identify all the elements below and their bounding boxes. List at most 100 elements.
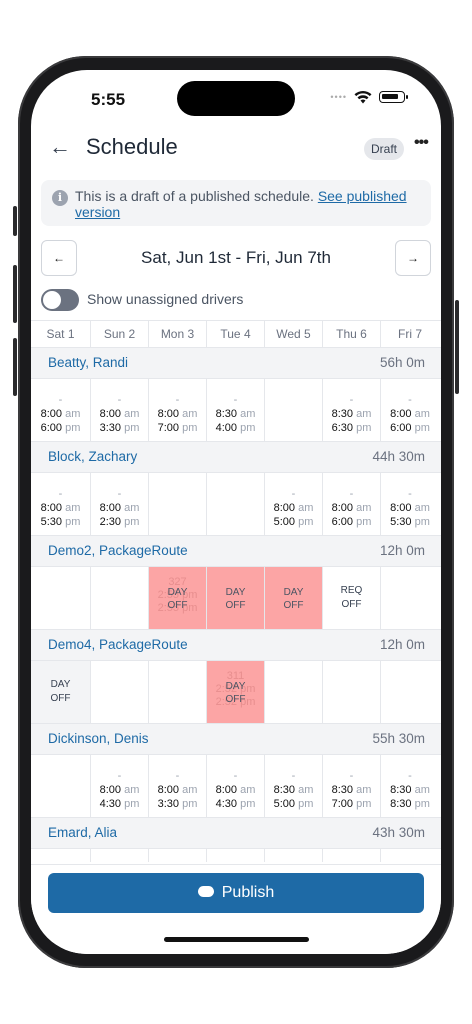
shift-end: 6:00 pm: [390, 422, 430, 434]
empty-cell[interactable]: [31, 849, 91, 862]
draft-notice: i This is a draft of a published schedul…: [41, 180, 431, 226]
shift-cell[interactable]: - 8:00 am 4:30 pm: [207, 755, 265, 817]
shift-dash: -: [58, 488, 63, 500]
shift-start: 8:30 am: [390, 784, 430, 796]
shift-row: DAY OFF 311 2:52 pm 2:52 pm DAY OFF: [31, 661, 441, 724]
shift-cell[interactable]: - 8:00 am 2:30 pm: [91, 473, 149, 535]
driver-name[interactable]: Beatty, Randi: [48, 355, 128, 370]
shift-row: [31, 849, 441, 862]
shift-cell[interactable]: - 8:30 am 4:00 pm: [207, 379, 265, 441]
publish-button[interactable]: Publish: [48, 873, 424, 913]
shift-start: 8:00 am: [99, 784, 140, 796]
shift-row: - 8:00 am 6:00 pm - 8:00 am 3:30 pm - 8:00 am…: [31, 379, 441, 442]
shift-cell[interactable]: - 8:30 am 8:30 pm: [381, 755, 439, 817]
shift-start: 8:00 am: [390, 408, 430, 420]
shift-dash: -: [349, 488, 354, 500]
day-off-line: DAY: [225, 681, 246, 692]
week-range-label: Sat, Jun 1st - Fri, Jun 7th: [141, 248, 331, 267]
shift-start: 8:00 am: [273, 502, 314, 514]
shift-row: 327 2:55 pm 2:55 pm DAY OFF DAY OFF DAY: [31, 567, 441, 630]
empty-cell[interactable]: [323, 849, 381, 862]
day-off-label: DAY OFF: [149, 586, 206, 612]
day-off-cell[interactable]: 311 2:52 pm 2:52 pm DAY OFF: [207, 661, 265, 723]
bottom-bar: Publish: [31, 864, 441, 954]
day-off-line: OFF: [167, 600, 188, 611]
driver-hours: 12h 0m: [379, 637, 425, 652]
shift-cell[interactable]: - 8:30 am 6:30 pm: [323, 379, 381, 441]
shift-start: 8:30 am: [215, 408, 256, 420]
shift-cell[interactable]: - 8:00 am 3:30 pm: [91, 379, 149, 441]
info-icon: i: [52, 190, 68, 206]
driver-name[interactable]: Emard, Alia: [48, 825, 117, 840]
empty-cell[interactable]: [91, 849, 149, 862]
driver-hours: 56h 0m: [379, 355, 425, 370]
empty-cell[interactable]: [149, 473, 207, 535]
empty-cell[interactable]: [381, 849, 439, 862]
empty-cell[interactable]: [323, 661, 381, 723]
day-off-cell[interactable]: DAY OFF: [207, 567, 265, 629]
empty-cell[interactable]: [91, 567, 149, 629]
day-off-line: OFF: [283, 600, 304, 611]
empty-cell[interactable]: [207, 849, 265, 862]
driver-header[interactable]: Dickinson, Denis 55h 30m: [31, 724, 441, 755]
day-off-line: OFF: [225, 600, 246, 611]
shift-cell[interactable]: - 8:00 am 6:00 pm: [381, 379, 439, 441]
next-week-button[interactable]: →: [395, 240, 431, 276]
driver-name[interactable]: Demo4, PackageRoute: [48, 637, 188, 652]
driver-name[interactable]: Demo2, PackageRoute: [48, 543, 188, 558]
shift-cell[interactable]: - 8:00 am 4:30 pm: [91, 755, 149, 817]
shift-cell[interactable]: - 8:30 am 5:00 pm: [265, 755, 323, 817]
day-off-cell[interactable]: DAY OFF: [31, 661, 91, 723]
shift-cell[interactable]: - 8:00 am 6:00 pm: [31, 379, 91, 441]
shift-dash: -: [117, 394, 122, 406]
empty-cell[interactable]: [265, 849, 323, 862]
shift-dash: -: [408, 770, 412, 782]
shift-start: 8:30 am: [273, 784, 314, 796]
day-off-cell[interactable]: 327 2:55 pm 2:55 pm DAY OFF: [149, 567, 207, 629]
driver-name[interactable]: Dickinson, Denis: [48, 731, 149, 746]
empty-cell[interactable]: [381, 567, 439, 629]
driver-header[interactable]: Demo2, PackageRoute 12h 0m: [31, 536, 441, 567]
empty-cell[interactable]: [265, 661, 323, 723]
empty-cell[interactable]: [265, 379, 323, 441]
dynamic-island: [177, 81, 295, 116]
shift-dash: -: [408, 488, 412, 500]
page-title: Schedule: [86, 134, 178, 159]
mute-switch: [13, 206, 17, 236]
empty-cell[interactable]: [91, 661, 149, 723]
shift-cell[interactable]: - 8:00 am 5:00 pm: [265, 473, 323, 535]
empty-cell[interactable]: [381, 661, 439, 723]
unassigned-drivers-toggle[interactable]: [41, 289, 79, 311]
empty-cell[interactable]: [149, 849, 207, 862]
driver-name[interactable]: Block, Zachary: [48, 449, 137, 464]
requested-off-cell[interactable]: REQ OFF: [323, 567, 381, 629]
shift-dash: -: [233, 770, 238, 782]
empty-cell[interactable]: [207, 473, 265, 535]
shift-end: 7:00 pm: [157, 422, 198, 434]
shift-cell[interactable]: - 8:00 am 3:30 pm: [149, 755, 207, 817]
shift-cell[interactable]: - 8:00 am 7:00 pm: [149, 379, 207, 441]
back-arrow-icon[interactable]: ←: [49, 134, 71, 160]
driver-header[interactable]: Demo4, PackageRoute 12h 0m: [31, 630, 441, 661]
shift-end: 3:30 pm: [99, 422, 140, 434]
shift-cell[interactable]: - 8:00 am 5:30 pm: [31, 473, 91, 535]
empty-cell[interactable]: [149, 661, 207, 723]
shift-cell[interactable]: - 8:30 am 7:00 pm: [323, 755, 381, 817]
more-options-icon[interactable]: •••: [414, 134, 429, 152]
shift-start: 8:00 am: [99, 408, 140, 420]
power-button: [455, 300, 459, 394]
shift-start: 8:00 am: [99, 502, 140, 514]
shift-cell[interactable]: - 8:00 am 6:00 pm: [323, 473, 381, 535]
shift-end: 4:30 pm: [215, 798, 256, 810]
driver-header[interactable]: Block, Zachary 44h 30m: [31, 442, 441, 473]
driver-hours: 55h 30m: [372, 731, 425, 746]
shift-cell[interactable]: - 8:00 am 5:30 pm: [381, 473, 439, 535]
draft-badge: Draft: [364, 138, 405, 160]
shift-end: 5:00 pm: [273, 516, 314, 528]
day-off-cell[interactable]: DAY OFF: [265, 567, 323, 629]
driver-header[interactable]: Emard, Alia 43h 30m: [31, 818, 441, 849]
empty-cell[interactable]: [31, 755, 91, 817]
driver-header[interactable]: Beatty, Randi 56h 0m: [31, 348, 441, 379]
empty-cell[interactable]: [31, 567, 91, 629]
shift-dash: -: [291, 770, 296, 782]
